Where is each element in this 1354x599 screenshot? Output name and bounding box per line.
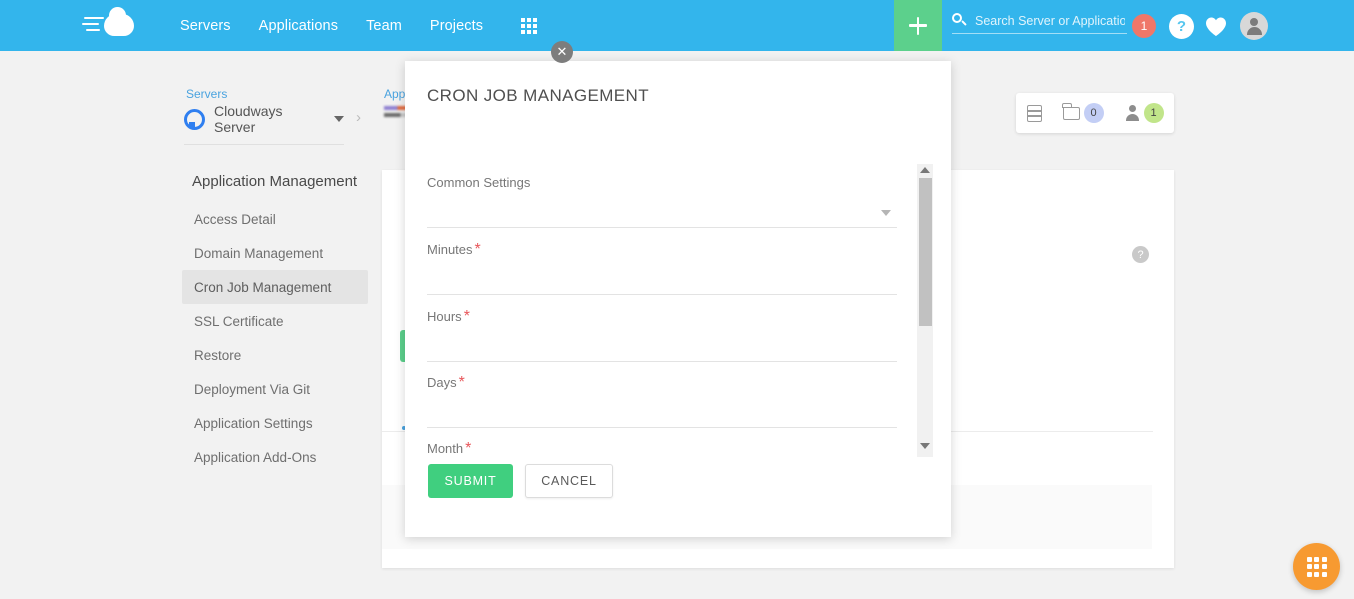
server-selector[interactable]: Cloudways Server — [184, 103, 344, 145]
modal-action-bar: SUBMIT CANCEL — [428, 464, 613, 498]
field-underline-days — [427, 427, 897, 428]
field-month: Month * — [427, 440, 897, 458]
digitalocean-provider-icon — [184, 108, 205, 130]
field-underline-hours — [427, 361, 897, 362]
field-label-common-settings: Common Settings — [427, 175, 531, 190]
search-box[interactable] — [952, 13, 1127, 34]
field-minutes: Minutes * — [427, 241, 897, 259]
stat-users[interactable]: 1 — [1125, 103, 1164, 123]
field-label-minutes: Minutes — [427, 242, 473, 257]
user-avatar-icon[interactable] — [1240, 12, 1268, 40]
hours-input[interactable] — [427, 329, 897, 355]
add-button[interactable] — [894, 0, 942, 51]
nav-item-team[interactable]: Team — [366, 18, 402, 34]
modal-close-button[interactable]: ✕ — [551, 41, 573, 63]
required-marker-hours: * — [463, 308, 470, 325]
scroll-up-arrow-icon[interactable] — [920, 167, 930, 173]
stat-folders[interactable]: 0 — [1062, 103, 1104, 123]
sidebar-item-access-detail[interactable]: Access Detail — [182, 202, 368, 236]
plus-icon-horizontal — [909, 24, 927, 27]
sidebar-title: Application Management — [192, 173, 358, 190]
cancel-button[interactable]: CANCEL — [525, 464, 613, 498]
folder-count-badge: 0 — [1083, 103, 1104, 123]
days-input[interactable] — [427, 395, 897, 421]
nav-item-projects[interactable]: Projects — [430, 18, 483, 34]
sidebar-item-application-add-ons[interactable]: Application Add-Ons — [182, 440, 368, 474]
modal-scrollbar-thumb[interactable] — [919, 178, 932, 326]
sidebar-item-application-settings[interactable]: Application Settings — [182, 406, 368, 440]
field-label-days: Days — [427, 375, 457, 390]
primary-nav: Servers Applications Team Projects — [180, 17, 538, 34]
server-stack-icon — [1026, 104, 1042, 122]
nav-item-applications[interactable]: Applications — [259, 18, 338, 34]
cron-job-modal: CRON JOB MANAGEMENT Common Settings Minu… — [405, 61, 951, 537]
server-name-label: Cloudways Server — [214, 103, 283, 135]
field-label-hours: Hours — [427, 309, 462, 324]
field-hours: Hours * — [427, 308, 897, 326]
breadcrumb-separator-icon: › — [356, 109, 361, 126]
scroll-down-arrow-icon[interactable] — [920, 443, 930, 449]
chevron-down-icon — [334, 116, 344, 122]
person-icon — [1125, 105, 1140, 121]
sidebar-item-domain-management[interactable]: Domain Management — [182, 236, 368, 270]
required-marker-minutes: * — [474, 241, 481, 258]
server-stats-card: 0 1 — [1016, 93, 1174, 133]
sidebar-item-ssl-certificate[interactable]: SSL Certificate — [182, 304, 368, 338]
field-underline-common-settings — [427, 227, 897, 228]
search-input[interactable] — [975, 13, 1125, 28]
panel-help-icon[interactable]: ? — [1132, 246, 1149, 263]
search-icon — [952, 13, 967, 28]
floating-apps-button[interactable] — [1293, 543, 1340, 590]
required-marker-days: * — [458, 374, 465, 391]
modal-title: CRON JOB MANAGEMENT — [427, 86, 650, 105]
sidebar: Application Management Access Detail Dom… — [182, 173, 368, 474]
sidebar-item-cron-job-management[interactable]: Cron Job Management — [182, 270, 368, 304]
apps-grid-icon — [1306, 556, 1327, 577]
heart-icon[interactable] — [1205, 16, 1227, 37]
minutes-input[interactable] — [427, 262, 897, 288]
apps-grid-icon[interactable] — [521, 17, 538, 34]
cloud-logo-icon — [82, 6, 134, 41]
common-settings-select[interactable] — [427, 195, 897, 221]
notification-badge[interactable]: 1 — [1132, 14, 1156, 38]
required-marker-month: * — [465, 440, 472, 457]
user-count-badge: 1 — [1143, 103, 1164, 123]
sidebar-item-deployment-via-git[interactable]: Deployment Via Git — [182, 372, 368, 406]
modal-form-body: Common Settings Minutes * Hours * Days * Mo… — [405, 165, 951, 465]
help-icon[interactable]: ? — [1169, 14, 1194, 39]
nav-item-servers[interactable]: Servers — [180, 18, 231, 34]
breadcrumb-servers[interactable]: Servers — [186, 87, 227, 101]
submit-button[interactable]: SUBMIT — [428, 464, 513, 498]
field-days: Days * — [427, 374, 897, 392]
folder-icon — [1062, 103, 1080, 120]
field-label-month: Month — [427, 441, 464, 456]
field-underline-minutes — [427, 294, 897, 295]
sidebar-item-restore[interactable]: Restore — [182, 338, 368, 372]
cloudways-logo[interactable] — [82, 6, 162, 41]
field-common-settings: Common Settings — [427, 174, 897, 192]
stat-servers[interactable] — [1026, 104, 1042, 122]
